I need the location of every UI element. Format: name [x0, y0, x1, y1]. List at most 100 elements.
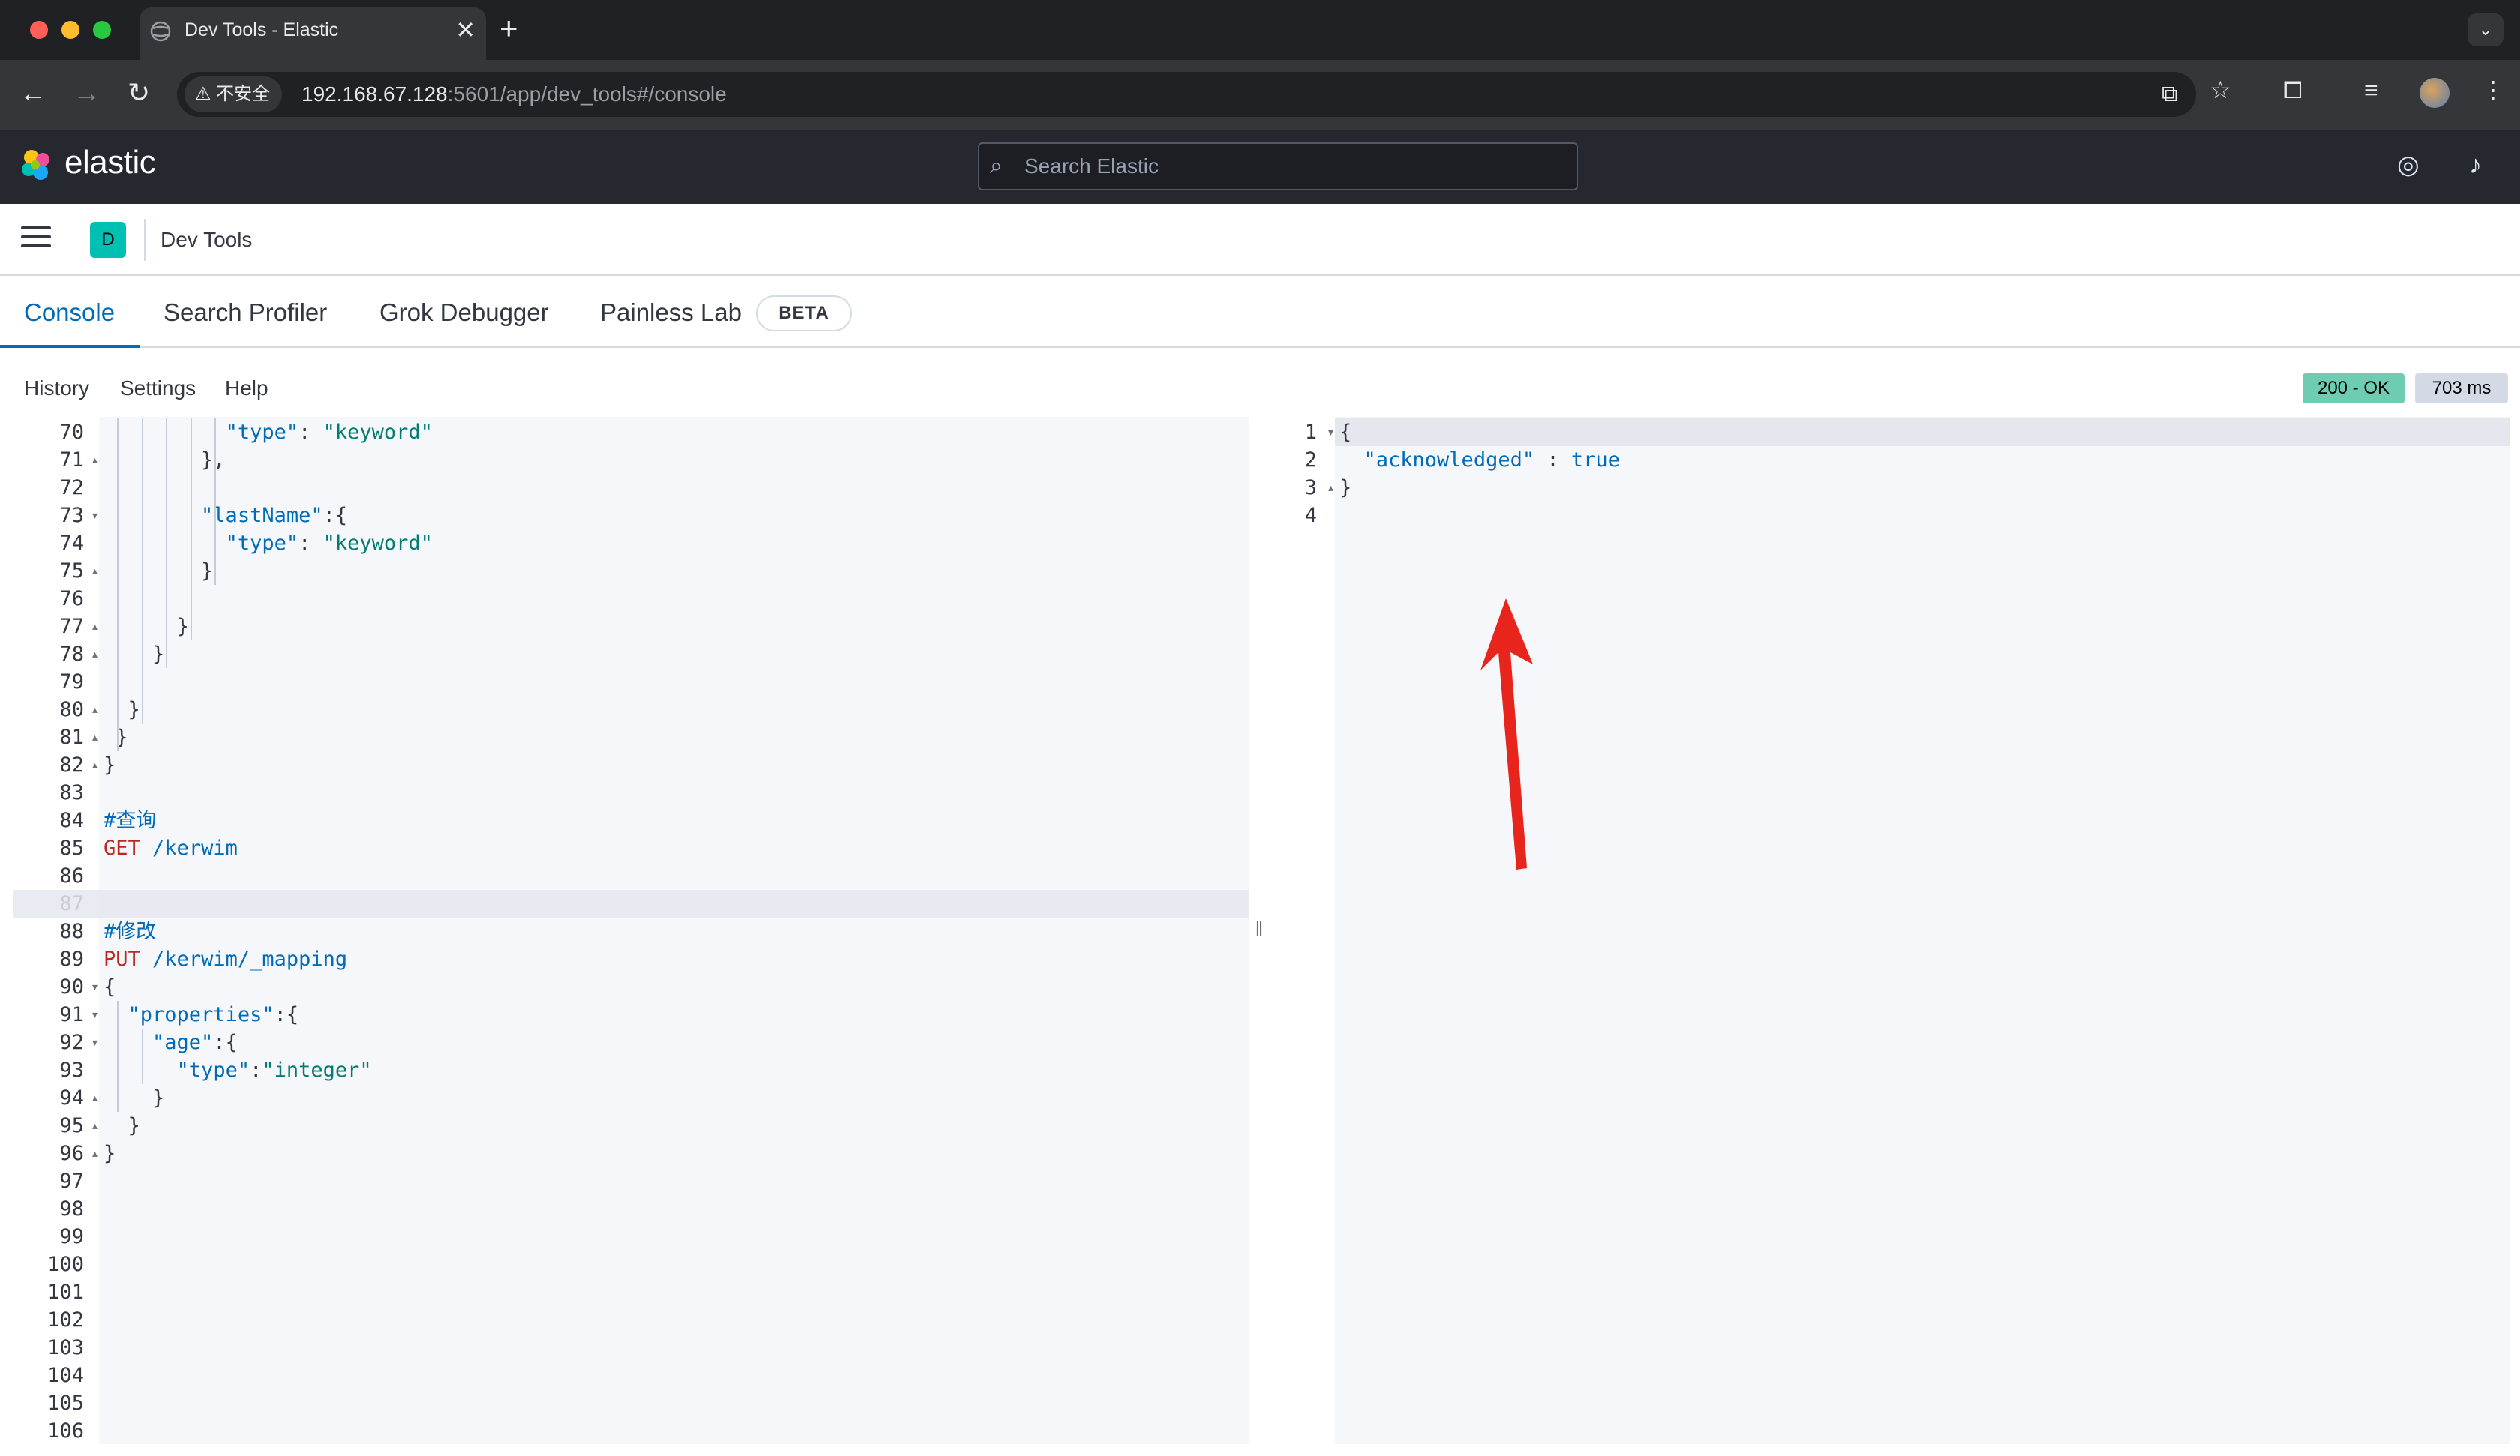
fold-toggle-icon[interactable]: ▴	[92, 1140, 98, 1167]
status-badge: 200 - OK	[2302, 373, 2404, 403]
new-tab-button[interactable]: +	[500, 12, 518, 45]
browser-tab[interactable]: Dev Tools - Elastic ✕	[140, 7, 486, 60]
line-number: 89	[59, 948, 84, 971]
fold-toggle-icon[interactable]: ▴	[92, 446, 98, 474]
tab-search-icon[interactable]: ⌄	[2468, 13, 2504, 46]
line-number: 101	[47, 1281, 84, 1304]
help-icon[interactable]: ◎	[2397, 150, 2420, 180]
code-line: "properties":{	[128, 1003, 299, 1026]
elastic-favicon-icon	[150, 21, 171, 42]
forward-icon[interactable]: →	[74, 78, 100, 108]
beta-badge: BETA	[756, 295, 852, 331]
profile-avatar[interactable]	[2420, 78, 2450, 108]
code-line: }	[104, 726, 128, 749]
response-output[interactable]: 1 ▾ 2 3 ▴ 4 { "acknowledged" : true}	[1272, 417, 2510, 1444]
code-line: "type": "keyword"	[225, 532, 433, 555]
global-search[interactable]: ⌕	[978, 142, 1578, 190]
fold-toggle-icon[interactable]: ▴	[92, 724, 98, 751]
line-number: 82	[59, 753, 84, 777]
space-avatar[interactable]: D	[90, 222, 126, 258]
line-number: 86	[59, 864, 84, 888]
line-number: 71	[59, 448, 84, 472]
browser-toolbar: ← → ↻ ⚠ 不安全 192.168.67.128:5601/app/dev_…	[0, 60, 2520, 130]
line-number: 1	[1304, 421, 1317, 444]
code-line: }	[1340, 476, 1352, 499]
url-text[interactable]: 192.168.67.128:5601/app/dev_tools#/conso…	[302, 82, 727, 106]
code-line: }	[104, 1142, 116, 1165]
line-number: 91	[59, 1003, 84, 1026]
elastic-logo-icon[interactable]	[18, 147, 56, 184]
indent-guide	[141, 1029, 143, 1084]
address-bar[interactable]: ⚠ 不安全 192.168.67.128:5601/app/dev_tools#…	[177, 72, 2196, 117]
editor-code-area[interactable]: "type": "keyword" }, "lastName":{ "type"…	[99, 417, 1250, 1444]
back-icon[interactable]: ←	[20, 78, 46, 108]
news-feed-icon[interactable]: ♪	[2469, 150, 2482, 180]
tab-title: Dev Tools - Elastic	[184, 19, 339, 40]
line-number: 105	[47, 1392, 84, 1415]
extensions-icon[interactable]: ⧠	[2283, 76, 2302, 103]
reload-icon[interactable]: ↻	[128, 78, 150, 108]
fold-toggle-icon[interactable]: ▴	[1328, 474, 1334, 502]
line-number: 95	[59, 1114, 84, 1137]
reading-list-icon[interactable]: ≡	[2364, 76, 2378, 103]
zoom-window-button[interactable]	[93, 21, 111, 39]
code-line: }	[104, 698, 140, 721]
line-number: 2	[1304, 448, 1317, 472]
minimize-window-button[interactable]	[62, 21, 80, 39]
fold-toggle-icon[interactable]: ▾	[92, 1001, 98, 1029]
brand-name: elastic	[64, 144, 156, 181]
line-number: 75	[59, 559, 84, 583]
line-number: 80	[59, 698, 84, 721]
fold-toggle-icon[interactable]: ▴	[92, 1084, 98, 1112]
code-line: }	[104, 753, 116, 777]
indent-guide	[214, 502, 217, 585]
search-icon: ⌕	[990, 154, 1003, 178]
indent-guide	[117, 1001, 119, 1112]
fold-toggle-icon[interactable]: ▾	[92, 973, 98, 1001]
line-number: 93	[59, 1059, 84, 1082]
close-tab-icon[interactable]: ✕	[455, 16, 476, 43]
line-number: 83	[59, 781, 84, 804]
line-number: 85	[59, 837, 84, 860]
fold-toggle-icon[interactable]: ▴	[92, 696, 98, 724]
history-link[interactable]: History	[24, 376, 89, 400]
request-editor[interactable]: 70 71 ▴ 72 73 ▾ 74 75 ▴ 76 77 ▴ 78 ▴ 79 80 ▴ 81 ▴ 82 ▴ 83 84 85…	[14, 417, 1250, 1444]
tab-grok-debugger[interactable]: Grok Debugger	[380, 298, 549, 327]
fold-toggle-icon[interactable]: ▴	[92, 557, 98, 585]
line-number: 73	[59, 504, 84, 527]
settings-link[interactable]: Settings	[120, 376, 196, 400]
help-link[interactable]: Help	[225, 376, 268, 400]
url-path: :5601/app/dev_tools#/console	[447, 82, 727, 106]
indent-guide	[214, 418, 217, 502]
line-number: 100	[47, 1253, 84, 1276]
fold-toggle-icon[interactable]: ▴	[92, 751, 98, 779]
line-number: 92	[59, 1031, 84, 1054]
security-indicator[interactable]: ⚠ 不安全	[184, 76, 283, 112]
more-menu-icon[interactable]: ⋮	[2481, 76, 2505, 103]
line-number: 72	[59, 476, 84, 499]
search-input[interactable]	[1024, 151, 1550, 181]
editor-gutter: 70 71 ▴ 72 73 ▾ 74 75 ▴ 76 77 ▴ 78 ▴ 79 80 ▴ 81 ▴ 82 ▴ 83 84 85…	[14, 417, 99, 1444]
bookmark-star-icon[interactable]: ☆	[2210, 76, 2231, 103]
indent-guide	[166, 418, 168, 668]
menu-hamburger-icon[interactable]	[21, 226, 51, 253]
tab-console[interactable]: Console	[24, 298, 115, 327]
pane-resize-handle[interactable]: ‖	[1254, 918, 1264, 940]
breadcrumb-bar: D Dev Tools	[0, 204, 2520, 276]
line-number: 98	[59, 1197, 84, 1221]
fold-toggle-icon[interactable]: ▴	[92, 613, 98, 640]
annotation-arrow	[1480, 598, 1533, 870]
line-number: 106	[47, 1419, 84, 1443]
fold-toggle-icon[interactable]: ▴	[92, 640, 98, 668]
line-number: 76	[59, 587, 84, 610]
fold-toggle-icon[interactable]: ▾	[1328, 418, 1334, 446]
browser-tab-bar: Dev Tools - Elastic ✕ + ⌄	[0, 0, 2520, 60]
translate-icon[interactable]: ⧉	[2162, 82, 2177, 106]
close-window-button[interactable]	[30, 21, 48, 39]
fold-toggle-icon[interactable]: ▾	[92, 1029, 98, 1056]
fold-toggle-icon[interactable]: ▴	[92, 1112, 98, 1140]
tab-search-profiler[interactable]: Search Profiler	[164, 298, 327, 327]
fold-toggle-icon[interactable]: ▾	[92, 502, 98, 529]
tab-painless-lab[interactable]: Painless Lab	[600, 298, 742, 327]
devtools-tabs: Console Search Profiler Grok Debugger Pa…	[0, 276, 2520, 348]
